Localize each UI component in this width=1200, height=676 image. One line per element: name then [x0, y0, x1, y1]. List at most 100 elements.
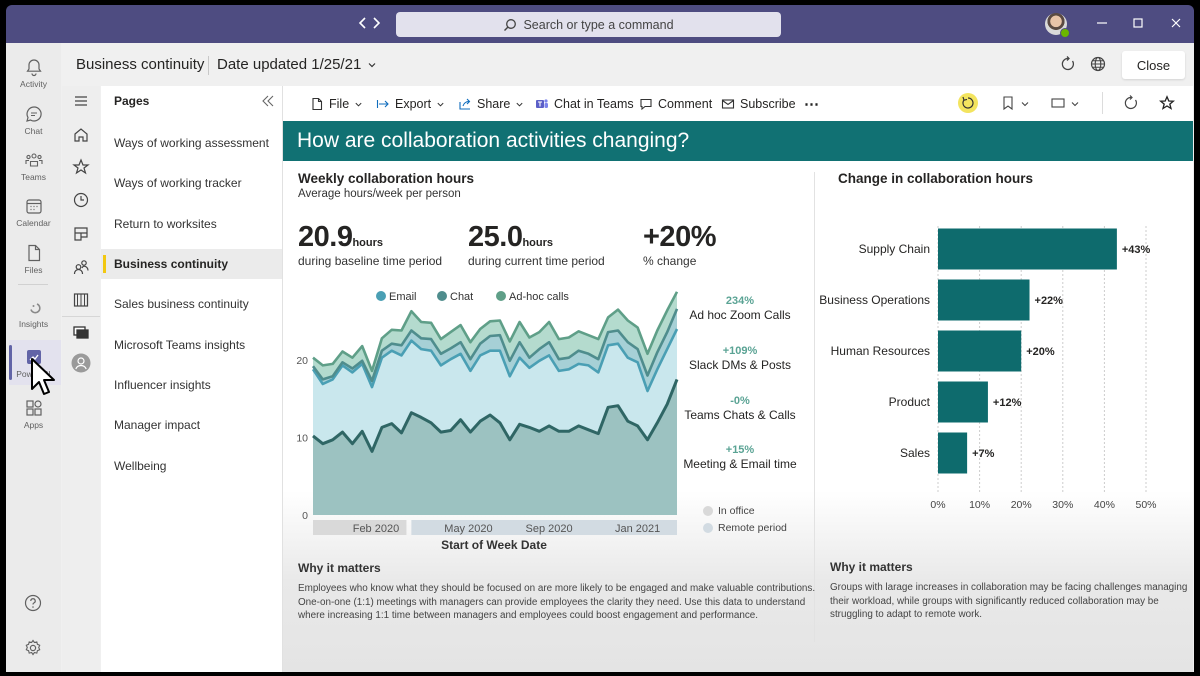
- mail-icon: [721, 99, 735, 109]
- rail-divider: [18, 284, 48, 285]
- home-icon[interactable]: [71, 125, 91, 145]
- teams-logo-icon: [536, 99, 548, 108]
- annotation-label: Slack DMs & Posts: [688, 358, 792, 372]
- date-updated-dropdown[interactable]: Date updated 1/25/21: [217, 56, 377, 73]
- report-title: Business continuity: [76, 56, 205, 73]
- maximize-icon[interactable]: [1130, 15, 1146, 31]
- chat-icon: [25, 106, 42, 122]
- view-icon[interactable]: [1050, 96, 1066, 110]
- chevron-down-icon: [355, 102, 362, 107]
- legend-in-office[interactable]: In office: [703, 505, 755, 517]
- why-it-matters-text: Employees who know what they should be f…: [298, 582, 815, 623]
- star-icon[interactable]: [71, 157, 91, 177]
- chevron-down-icon: [516, 102, 523, 107]
- close-window-icon[interactable]: [1168, 15, 1184, 31]
- report-heading: How are collaboration activities changin…: [297, 129, 690, 152]
- rail-item-teams[interactable]: Teams: [6, 146, 61, 186]
- kpi-unit: hours: [352, 237, 384, 249]
- apps-dashboard-icon[interactable]: [71, 224, 91, 244]
- page-item[interactable]: Ways of working tracker: [101, 168, 282, 198]
- kpi-value: 25.0: [468, 221, 523, 253]
- rail-label: Activity: [20, 79, 47, 89]
- file-menu[interactable]: File: [310, 95, 363, 113]
- rail-item-insights[interactable]: Insights: [6, 293, 61, 333]
- chevron-down-icon[interactable]: [1070, 99, 1080, 109]
- settings-icon[interactable]: [23, 638, 43, 658]
- forward-arrow-icon[interactable]: [370, 14, 382, 32]
- comment-button[interactable]: Comment: [639, 95, 712, 113]
- kpi-value: 20.9: [298, 221, 353, 253]
- weekly-collab-subtitle: Average hours/week per person: [298, 188, 461, 200]
- share-menu[interactable]: Share: [458, 95, 524, 113]
- comment-label: Comment: [658, 97, 713, 111]
- rail-label: Teams: [20, 172, 47, 182]
- rail-label: Chat: [24, 126, 43, 136]
- rail-item-chat[interactable]: Chat: [6, 100, 61, 140]
- search-icon: [504, 18, 517, 31]
- annotation-slack: +109% Slack DMs & Posts: [680, 345, 800, 372]
- subscribe-button[interactable]: Subscribe: [721, 95, 796, 113]
- globe-icon[interactable]: [1089, 55, 1107, 73]
- share-label: Share: [477, 97, 511, 111]
- chat-in-teams-label: Chat in Teams: [554, 97, 634, 111]
- rail-item-files[interactable]: Files: [6, 239, 61, 279]
- page-item[interactable]: Ways of working assessment: [101, 128, 282, 158]
- rail-label: Calendar: [16, 218, 51, 228]
- chevron-down-icon[interactable]: [1020, 99, 1030, 109]
- minimize-icon[interactable]: [1094, 15, 1110, 31]
- search-placeholder: Search or type a command: [523, 17, 674, 32]
- more-options-button[interactable]: ⋯: [804, 95, 819, 113]
- export-menu[interactable]: Export: [376, 95, 445, 113]
- text-line: where increasing 1:1 time between manage…: [298, 610, 759, 621]
- chevron-down-icon: [368, 62, 376, 67]
- page-item-active[interactable]: Business continuity: [101, 249, 282, 279]
- chat-in-teams-button[interactable]: Chat in Teams: [535, 95, 634, 113]
- reset-to-default-icon[interactable]: [957, 92, 979, 114]
- search-input[interactable]: Search or type a command: [396, 12, 781, 37]
- my-workspace-avatar-icon[interactable]: [71, 353, 91, 373]
- back-arrow-icon[interactable]: [357, 14, 369, 32]
- favorite-star-icon[interactable]: [1159, 95, 1175, 111]
- close-button[interactable]: Close: [1122, 51, 1185, 79]
- text-line: One-on-one (1:1) meetings with managers …: [298, 596, 806, 608]
- rail-item-apps[interactable]: Apps: [6, 394, 61, 434]
- clock-icon[interactable]: [71, 190, 91, 210]
- kpi-caption: during baseline time period: [298, 254, 443, 268]
- active-page-indicator: [103, 255, 106, 273]
- page-item[interactable]: Manager impact: [101, 410, 282, 440]
- comment-icon: [640, 98, 652, 111]
- annotation-meeting-email: +15% Meeting & Email time: [680, 444, 800, 471]
- page-item[interactable]: Sales business continuity: [101, 289, 282, 319]
- collapse-pages-icon[interactable]: [261, 94, 275, 108]
- learn-book-icon[interactable]: [71, 290, 91, 310]
- shared-with-me-icon[interactable]: [71, 257, 91, 277]
- rail-label: Files: [24, 265, 43, 275]
- toolbar-separator: [1102, 92, 1103, 114]
- page-item[interactable]: Return to worksites: [101, 209, 282, 239]
- insights-icon: [29, 303, 41, 314]
- hamburger-menu-icon[interactable]: [71, 91, 91, 111]
- legend-dot: [703, 506, 713, 516]
- rail-divider: [62, 316, 100, 317]
- help-icon[interactable]: [23, 593, 43, 613]
- rail-item-calendar[interactable]: Calendar: [6, 192, 61, 232]
- page-item[interactable]: Influencer insights: [101, 370, 282, 400]
- why-it-matters-title: Why it matters: [298, 561, 381, 575]
- text-line: Groups with larage increases in collabor…: [830, 582, 1188, 593]
- why-it-matters-text: Groups with larage increases in collabor…: [830, 581, 1187, 622]
- annotation-change: -0%: [730, 395, 750, 407]
- legend-remote-period[interactable]: Remote period: [703, 522, 787, 534]
- kpi-caption: during current time period: [468, 254, 605, 268]
- kpi-baseline: 20.9hours during baseline time period: [298, 221, 442, 268]
- rail-item-activity[interactable]: Activity: [6, 53, 61, 93]
- page-item[interactable]: Wellbeing: [101, 451, 282, 481]
- refresh-icon[interactable]: [1059, 55, 1077, 73]
- refresh-visuals-icon[interactable]: [1122, 94, 1140, 112]
- page-item[interactable]: Microsoft Teams insights: [101, 330, 282, 360]
- workspaces-icon[interactable]: [71, 323, 91, 343]
- share-icon: [459, 98, 471, 110]
- text-line: struggling to adapt to remote work.: [830, 609, 983, 620]
- annotation-change: +15%: [725, 444, 755, 456]
- bookmark-icon[interactable]: [1001, 95, 1015, 111]
- date-updated-label: Date updated 1/25/21: [217, 56, 362, 73]
